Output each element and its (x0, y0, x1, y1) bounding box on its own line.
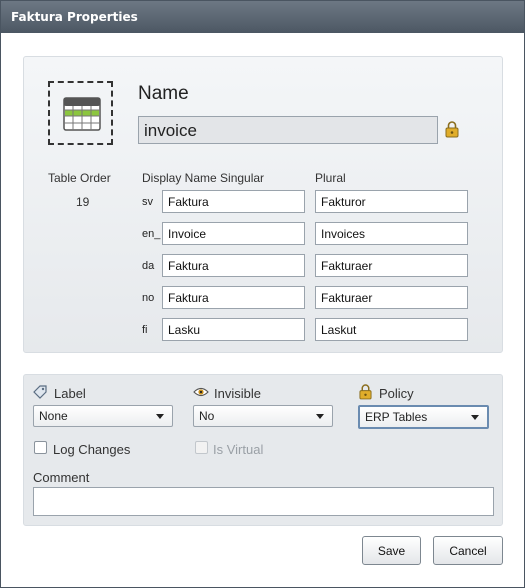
lang-code-sv: sv (142, 196, 153, 208)
invisible-caption: Invisible (214, 386, 261, 401)
is-virtual-label: Is Virtual (213, 442, 264, 457)
eye-icon (193, 387, 209, 397)
dialog-window: Faktura Properties Name invoice Table Or… (0, 0, 525, 588)
lock-icon (445, 121, 459, 138)
invisible-select[interactable]: No (193, 405, 333, 427)
name-field[interactable]: invoice (138, 116, 438, 144)
lang-code-da: da (142, 260, 155, 272)
table-order-value: 19 (76, 195, 90, 209)
policy-caption: Policy (379, 386, 414, 401)
plural-input-da[interactable]: Fakturaer (315, 254, 468, 277)
lang-code-no: no (142, 292, 155, 304)
dialog-title[interactable]: Faktura Properties (1, 1, 524, 33)
comment-input[interactable] (33, 487, 494, 516)
plural-input-fi[interactable]: Laskut (315, 318, 468, 341)
lang-code-fi: fi (142, 324, 148, 336)
table-properties-panel: Name invoice Table Order 19 Display Name… (23, 56, 503, 353)
cancel-button[interactable]: Cancel (433, 536, 503, 565)
is-virtual-checkbox (195, 441, 208, 454)
options-panel: Label None Invisible No Policy ERP Table… (23, 374, 503, 526)
plural-input-no[interactable]: Fakturaer (315, 286, 468, 309)
comment-caption: Comment (33, 470, 90, 485)
label-select[interactable]: None (33, 405, 173, 427)
chevron-down-icon (471, 415, 479, 420)
policy-select-value: ERP Tables (365, 410, 428, 424)
plural-input-sv[interactable]: Fakturor (315, 190, 468, 213)
plural-header: Plural (315, 171, 346, 185)
table-order-label: Table Order (48, 171, 111, 185)
singular-input-no[interactable]: Faktura (162, 286, 305, 309)
display-singular-header: Display Name Singular (142, 171, 265, 185)
log-changes-label[interactable]: Log Changes (53, 442, 130, 457)
chevron-down-icon (316, 414, 324, 419)
name-heading: Name (138, 83, 189, 104)
singular-input-en[interactable]: Invoice (162, 222, 305, 245)
table-icon-frame[interactable] (48, 81, 113, 145)
plural-input-en[interactable]: Invoices (315, 222, 468, 245)
lock-icon (359, 384, 372, 400)
singular-input-sv[interactable]: Faktura (162, 190, 305, 213)
table-icon (63, 97, 101, 131)
save-button[interactable]: Save (362, 536, 421, 565)
log-changes-checkbox[interactable] (34, 441, 47, 454)
chevron-down-icon (156, 414, 164, 419)
label-select-value: None (39, 409, 68, 423)
invisible-select-value: No (199, 409, 215, 423)
singular-input-fi[interactable]: Lasku (162, 318, 305, 341)
singular-input-da[interactable]: Faktura (162, 254, 305, 277)
lang-code-en: en_ (142, 228, 161, 240)
tag-icon (33, 385, 47, 399)
label-caption: Label (54, 386, 86, 401)
policy-select[interactable]: ERP Tables (358, 405, 489, 429)
